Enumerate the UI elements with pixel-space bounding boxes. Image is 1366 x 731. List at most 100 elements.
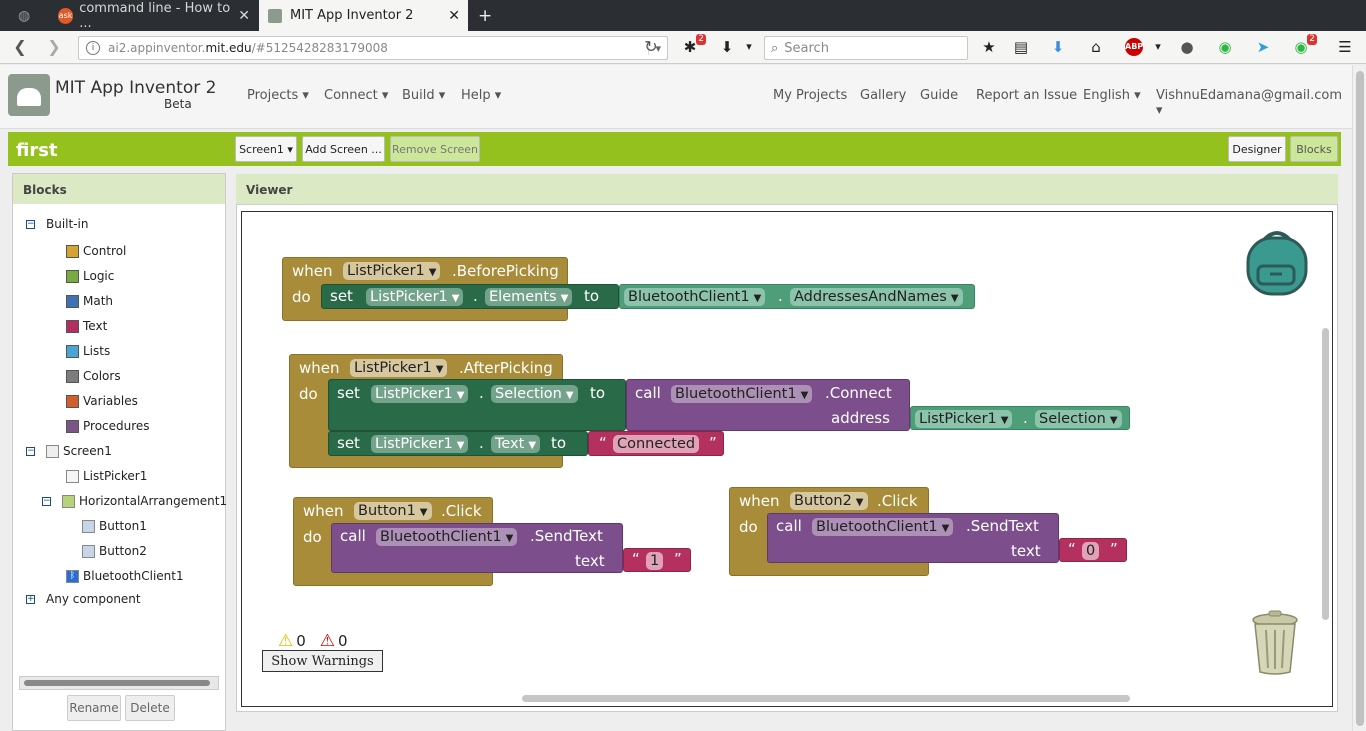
tree-button1[interactable]: Button1 bbox=[82, 519, 147, 533]
chevron-down-icon[interactable]: ▾ bbox=[1149, 38, 1167, 56]
component-dropdown[interactable]: BluetoothClient1 ▼ bbox=[624, 288, 766, 306]
menu-guide[interactable]: Guide bbox=[920, 88, 958, 103]
menu-connect[interactable]: Connect ▾ bbox=[324, 88, 388, 103]
getter-block-addresses[interactable]: BluetoothClient1 ▼ . AddressesAndNames ▼ bbox=[619, 284, 975, 309]
text-block-zero[interactable]: “ 0 ” bbox=[1059, 538, 1127, 562]
tree-any-component[interactable]: + Any component bbox=[26, 592, 141, 606]
call-block-sendtext-1[interactable]: call BluetoothClient1 ▼ .SendText text bbox=[331, 523, 623, 573]
backpack-icon[interactable] bbox=[1244, 228, 1310, 296]
delete-button[interactable]: Delete bbox=[125, 695, 175, 721]
component-dropdown[interactable]: ListPicker1 ▼ bbox=[915, 410, 1013, 428]
url-bar[interactable]: i ai2.appinventor. mit.edu/#5125428283179… bbox=[78, 36, 668, 60]
back-icon[interactable]: ❮ bbox=[10, 37, 30, 56]
new-tab-button[interactable]: + bbox=[478, 0, 498, 31]
category-text[interactable]: Text bbox=[66, 319, 107, 333]
show-warnings-button[interactable]: Show Warnings bbox=[262, 650, 383, 672]
property-dropdown[interactable]: Text ▼ bbox=[491, 435, 541, 453]
component-dropdown[interactable]: ListPicker1 ▼ bbox=[371, 385, 469, 403]
app-inventor-logo[interactable] bbox=[8, 74, 50, 116]
property-dropdown[interactable]: Selection ▼ bbox=[491, 385, 578, 403]
extension-green-icon[interactable]: ◉ 2 bbox=[1292, 34, 1317, 56]
reading-list-icon[interactable]: ▤ bbox=[1012, 38, 1030, 56]
category-lists[interactable]: Lists bbox=[66, 344, 110, 358]
home-icon[interactable]: ⌂ bbox=[1087, 38, 1105, 56]
chevron-down-icon[interactable]: ▾ bbox=[740, 38, 758, 56]
forward-icon[interactable]: ❯ bbox=[44, 37, 64, 56]
category-variables[interactable]: Variables bbox=[66, 394, 138, 408]
property-dropdown[interactable]: AddressesAndNames ▼ bbox=[790, 288, 963, 306]
component-dropdown[interactable]: BluetoothClient1 ▼ bbox=[671, 385, 813, 403]
category-logic[interactable]: Logic bbox=[66, 269, 114, 283]
tree-button2[interactable]: Button2 bbox=[82, 544, 147, 558]
tab-command-line[interactable]: ask command line - How to ... ✕ bbox=[52, 0, 258, 31]
getter-block-selection[interactable]: ListPicker1 ▼ . Selection ▼ bbox=[910, 406, 1130, 430]
tab-app-inventor[interactable]: MIT App Inventor 2 ✕ bbox=[259, 0, 468, 31]
workspace-vertical-scrollbar[interactable] bbox=[1322, 328, 1329, 620]
blocks-button[interactable]: Blocks bbox=[1290, 136, 1338, 162]
designer-button[interactable]: Designer bbox=[1228, 136, 1286, 162]
component-dropdown[interactable]: Button2 ▼ bbox=[790, 492, 868, 510]
tree-builtin[interactable]: − Built-in bbox=[26, 217, 88, 231]
menu-my-projects[interactable]: My Projects bbox=[773, 88, 847, 103]
rename-button[interactable]: Rename bbox=[67, 695, 121, 721]
call-block-connect[interactable]: call BluetoothClient1 ▼ .Connect address bbox=[626, 379, 910, 431]
workspace-horizontal-scrollbar[interactable] bbox=[522, 695, 1130, 702]
component-dropdown[interactable]: BluetoothClient1 ▼ bbox=[376, 528, 518, 546]
telegram-icon[interactable]: ➤ bbox=[1254, 38, 1272, 56]
menu-gallery[interactable]: Gallery bbox=[860, 88, 906, 103]
reload-icon[interactable]: ↻ bbox=[641, 37, 661, 56]
setter-block-text[interactable]: set ListPicker1 ▼ . Text ▼ to bbox=[328, 431, 588, 456]
tree-horizontal-arrangement[interactable]: − HorizontalArrangement1 bbox=[42, 494, 227, 508]
text-value[interactable]: 0 bbox=[1082, 542, 1100, 560]
component-dropdown[interactable]: ListPicker1 ▼ bbox=[350, 359, 448, 377]
tree-listpicker1[interactable]: ListPicker1 bbox=[66, 469, 147, 483]
whatsapp-icon[interactable]: ◉ bbox=[1216, 38, 1234, 56]
tree-scrollbar[interactable] bbox=[19, 676, 219, 690]
component-dropdown[interactable]: ListPicker1 ▼ bbox=[371, 435, 469, 453]
category-procedures[interactable]: Procedures bbox=[66, 419, 150, 433]
page-scrollbar[interactable] bbox=[1352, 65, 1366, 731]
menu-account[interactable]: VishnuEdamana@gmail.com ▾ bbox=[1156, 88, 1352, 118]
tree-screen1[interactable]: − Screen1 bbox=[26, 444, 112, 458]
blocks-workspace[interactable]: when ListPicker1 ▼ .BeforePicking do set … bbox=[241, 211, 1333, 707]
menu-help[interactable]: Help ▾ bbox=[461, 88, 501, 103]
component-dropdown[interactable]: Button1 ▼ bbox=[354, 502, 432, 520]
adblock-icon[interactable]: ABP bbox=[1125, 38, 1143, 56]
bookmark-star-icon[interactable]: ★ bbox=[980, 38, 998, 56]
search-input[interactable]: ⌕ Search bbox=[764, 36, 968, 60]
menu-report-issue[interactable]: Report an Issue bbox=[976, 88, 1077, 103]
collapse-icon[interactable]: − bbox=[26, 219, 35, 229]
collapse-icon[interactable]: − bbox=[42, 496, 51, 506]
component-dropdown[interactable]: ListPicker1 ▼ bbox=[366, 288, 464, 306]
text-block-one[interactable]: “ 1 ” bbox=[623, 548, 691, 572]
tree-bluetooth-client[interactable]: ᛒ BluetoothClient1 bbox=[66, 569, 184, 583]
category-math[interactable]: Math bbox=[66, 294, 113, 308]
setter-block-elements[interactable]: set ListPicker1 ▼ . Elements ▼ to bbox=[321, 284, 619, 309]
component-dropdown[interactable]: BluetoothClient1 ▼ bbox=[812, 518, 954, 536]
hamburger-menu-icon[interactable]: ☰ bbox=[1336, 38, 1354, 56]
property-dropdown[interactable]: Elements ▼ bbox=[485, 288, 573, 306]
download-arrow-icon[interactable]: ⬇ bbox=[718, 38, 736, 56]
screen-select[interactable]: Screen1 ▾ bbox=[235, 136, 297, 162]
menu-language[interactable]: English ▾ bbox=[1083, 88, 1141, 103]
trash-icon[interactable] bbox=[1250, 610, 1300, 676]
text-value[interactable]: Connected bbox=[613, 435, 700, 453]
collapse-icon[interactable]: − bbox=[26, 446, 35, 456]
category-colors[interactable]: Colors bbox=[66, 369, 121, 383]
close-tab-icon[interactable]: ✕ bbox=[238, 8, 250, 24]
text-value[interactable]: 1 bbox=[646, 552, 664, 570]
component-dropdown[interactable]: ListPicker1 ▼ bbox=[343, 262, 441, 280]
text-block-connected[interactable]: “ Connected ” bbox=[588, 431, 724, 456]
downloads-icon[interactable]: ⬇ bbox=[1049, 38, 1067, 56]
property-dropdown[interactable]: Selection ▼ bbox=[1035, 410, 1122, 428]
call-block-sendtext-0[interactable]: call BluetoothClient1 ▼ .SendText text bbox=[767, 513, 1059, 563]
menu-build[interactable]: Build ▾ bbox=[402, 88, 445, 103]
category-control[interactable]: Control bbox=[66, 244, 126, 258]
remove-screen-button[interactable]: Remove Screen bbox=[390, 136, 480, 162]
pinned-tab[interactable]: ◍ bbox=[18, 0, 48, 31]
setter-block-selection[interactable]: set ListPicker1 ▼ . Selection ▼ to bbox=[328, 379, 626, 431]
menu-projects[interactable]: Projects ▾ bbox=[247, 88, 309, 103]
lightbulb-icon[interactable]: ● bbox=[1178, 38, 1196, 56]
extension-icon[interactable]: ✱ 2 bbox=[681, 34, 706, 56]
expand-icon[interactable]: + bbox=[26, 594, 35, 604]
